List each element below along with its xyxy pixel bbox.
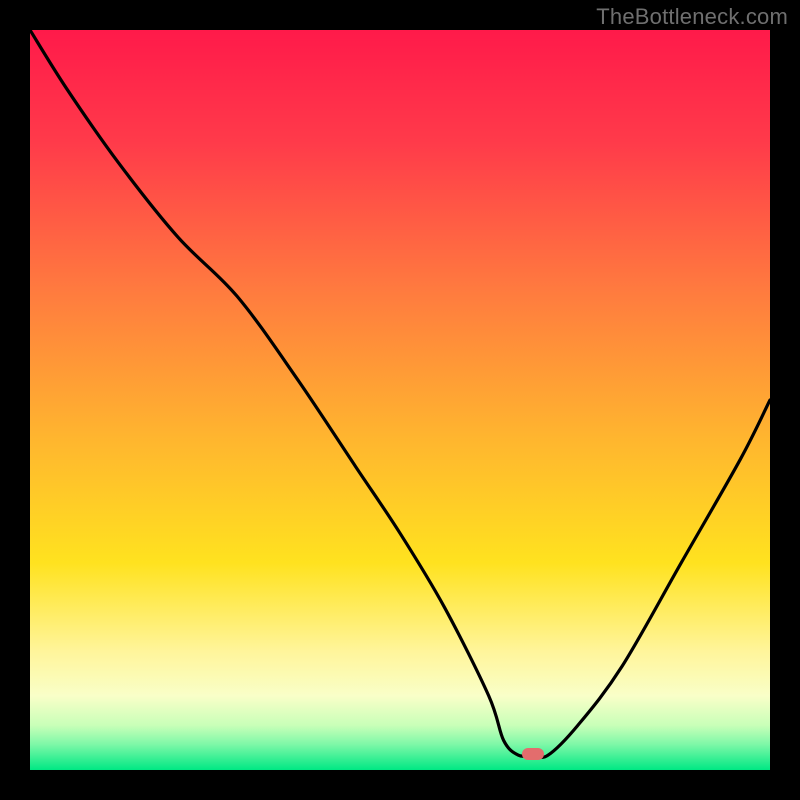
bottleneck-curve xyxy=(30,30,770,770)
chart-frame: TheBottleneck.com xyxy=(0,0,800,800)
optimum-marker xyxy=(522,748,544,760)
plot-area xyxy=(30,30,770,770)
attribution-text: TheBottleneck.com xyxy=(596,4,788,30)
